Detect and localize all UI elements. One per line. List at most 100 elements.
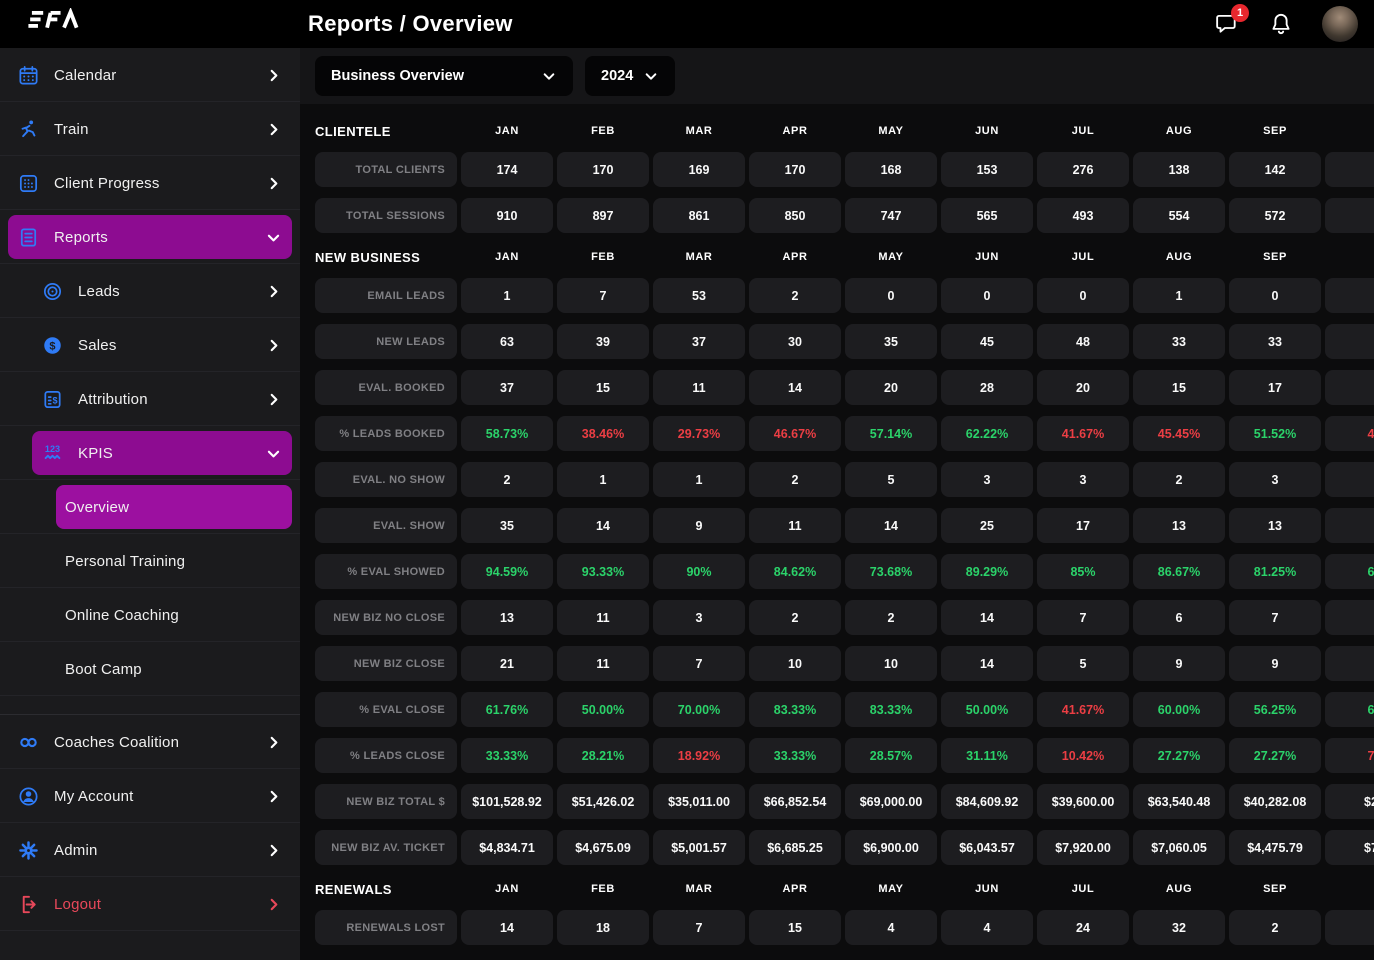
table-cell: 3 — [1229, 462, 1321, 497]
table-cell: 85% — [1037, 554, 1129, 589]
table-cell: 14 — [749, 370, 841, 405]
logout-icon — [17, 893, 40, 916]
sidebar-item-client-progress[interactable]: Client Progress — [0, 156, 300, 210]
month-header: JAN — [461, 883, 553, 895]
sidebar-item-label: Leads — [78, 283, 120, 300]
sidebar-item-leads[interactable]: Leads — [0, 264, 300, 318]
table-cell: 14 — [557, 508, 649, 543]
table-cell: 17 — [1229, 370, 1321, 405]
table-cell: 572 — [1229, 198, 1321, 233]
table-row-new-biz-close: NEW BIZ CLOSE21117101014599 — [315, 646, 1374, 681]
table-cell: 28.57% — [845, 738, 937, 773]
table-cell: 31.11% — [941, 738, 1033, 773]
page-title: Reports / Overview — [308, 11, 513, 37]
table-row-total-clients: TOTAL CLIENTS174170169170168153276138142 — [315, 152, 1374, 187]
sidebar-item-coaches-coalition[interactable]: Coaches Coalition — [0, 715, 300, 769]
user-avatar[interactable] — [1322, 6, 1358, 42]
table-cell: 15 — [749, 910, 841, 945]
month-header: FEB — [557, 125, 649, 137]
month-header: AUG — [1133, 883, 1225, 895]
logo[interactable] — [0, 8, 300, 41]
sidebar-item-my-account[interactable]: My Account — [0, 769, 300, 823]
sidebar-item-label: Admin — [54, 842, 98, 859]
section-header-clientele: CLIENTELEJANFEBMARAPRMAYJUNJULAUGSEP — [315, 120, 1374, 142]
table-cell: 94.59% — [461, 554, 553, 589]
messages-button[interactable]: 1 — [1214, 11, 1240, 37]
table-cell: 0 — [941, 278, 1033, 313]
sidebar-item-inner: $Sales — [32, 323, 292, 367]
table-cell: 84.62% — [749, 554, 841, 589]
sidebar-item-sales[interactable]: $Sales — [0, 318, 300, 372]
sidebar-item-online-coaching[interactable]: Online Coaching — [0, 588, 300, 642]
sidebar-item-inner: Logout — [8, 882, 292, 926]
table-cell: 2 — [749, 278, 841, 313]
table-cell: 51.52% — [1229, 416, 1321, 451]
month-header: AUG — [1133, 125, 1225, 137]
sidebar-item-personal-training[interactable]: Personal Training — [0, 534, 300, 588]
table-cell: 25 — [941, 508, 1033, 543]
table-cell: 169 — [653, 152, 745, 187]
table-cell: 62.22% — [941, 416, 1033, 451]
table-cell: 37 — [461, 370, 553, 405]
sidebar-item-attribution[interactable]: $Attribution — [0, 372, 300, 426]
report-type-select[interactable]: Business Overview — [315, 56, 573, 96]
sidebar-item-inner: Online Coaching — [56, 593, 292, 637]
sidebar-item-train[interactable]: Train — [0, 102, 300, 156]
section-title: RENEWALS — [315, 882, 457, 897]
year-select[interactable]: 2024 — [585, 56, 675, 96]
table-cell-partial — [1325, 600, 1374, 635]
table-cell: $66,852.54 — [749, 784, 841, 819]
row-label: NEW BIZ NO CLOSE — [315, 600, 457, 635]
row-label: RENEWALS LOST — [315, 910, 457, 945]
chevron-right-icon — [265, 283, 282, 300]
table-cell: 45.45% — [1133, 416, 1225, 451]
table-cell-partial — [1325, 910, 1374, 945]
table-cell: 3 — [1037, 462, 1129, 497]
month-header: SEP — [1229, 125, 1321, 137]
table-cell-partial: 6 — [1325, 692, 1374, 727]
alerts-button[interactable] — [1268, 11, 1294, 37]
sidebar-item-logout[interactable]: Logout — [0, 877, 300, 931]
month-header: JUL — [1037, 125, 1129, 137]
sidebar-item-kpis[interactable]: 123KPIS — [0, 426, 300, 480]
row-label: NEW BIZ AV. TICKET — [315, 830, 457, 865]
table-cell: 7 — [557, 278, 649, 313]
row-label: NEW BIZ CLOSE — [315, 646, 457, 681]
sidebar-item-label: Sales — [78, 337, 117, 354]
svg-text:$: $ — [52, 395, 57, 405]
table-cell: 50.00% — [557, 692, 649, 727]
table-cell: $5,001.57 — [653, 830, 745, 865]
table-cell: 13 — [1133, 508, 1225, 543]
table-cell-partial — [1325, 278, 1374, 313]
month-header: APR — [749, 125, 841, 137]
month-header: APR — [749, 883, 841, 895]
table-cell: 0 — [845, 278, 937, 313]
sidebar-item-boot-camp[interactable]: Boot Camp — [0, 642, 300, 696]
table-cell: $39,600.00 — [1037, 784, 1129, 819]
month-header: JUN — [941, 251, 1033, 263]
month-header: MAY — [845, 883, 937, 895]
sidebar-item-inner: Overview — [56, 485, 292, 529]
table-cell: $6,900.00 — [845, 830, 937, 865]
table-cell: 35 — [845, 324, 937, 359]
table-cell: 56.25% — [1229, 692, 1321, 727]
table-cell: 7 — [1037, 600, 1129, 635]
table-row-leads-close: % LEADS CLOSE33.33%28.21%18.92%33.33%28.… — [315, 738, 1374, 773]
table-cell: 168 — [845, 152, 937, 187]
table-cell: 39 — [557, 324, 649, 359]
main-content: Business Overview 2024 CLIENTELEJANFEBMA… — [300, 48, 1374, 960]
sidebar-item-reports[interactable]: Reports — [0, 210, 300, 264]
sidebar-item-overview[interactable]: Overview — [0, 480, 300, 534]
table-cell: 2 — [749, 600, 841, 635]
table-cell-partial: 7 — [1325, 738, 1374, 773]
table-cell: 2 — [1133, 462, 1225, 497]
table-cell: $4,834.71 — [461, 830, 553, 865]
sidebar-item-admin[interactable]: Admin — [0, 823, 300, 877]
table-cell: 15 — [557, 370, 649, 405]
month-header: JUL — [1037, 251, 1129, 263]
month-header: MAR — [653, 125, 745, 137]
numbers-icon: 123 — [41, 442, 64, 465]
chevron-right-icon — [265, 337, 282, 354]
table-row-eval-close: % EVAL CLOSE61.76%50.00%70.00%83.33%83.3… — [315, 692, 1374, 727]
sidebar-item-calendar[interactable]: Calendar — [0, 48, 300, 102]
